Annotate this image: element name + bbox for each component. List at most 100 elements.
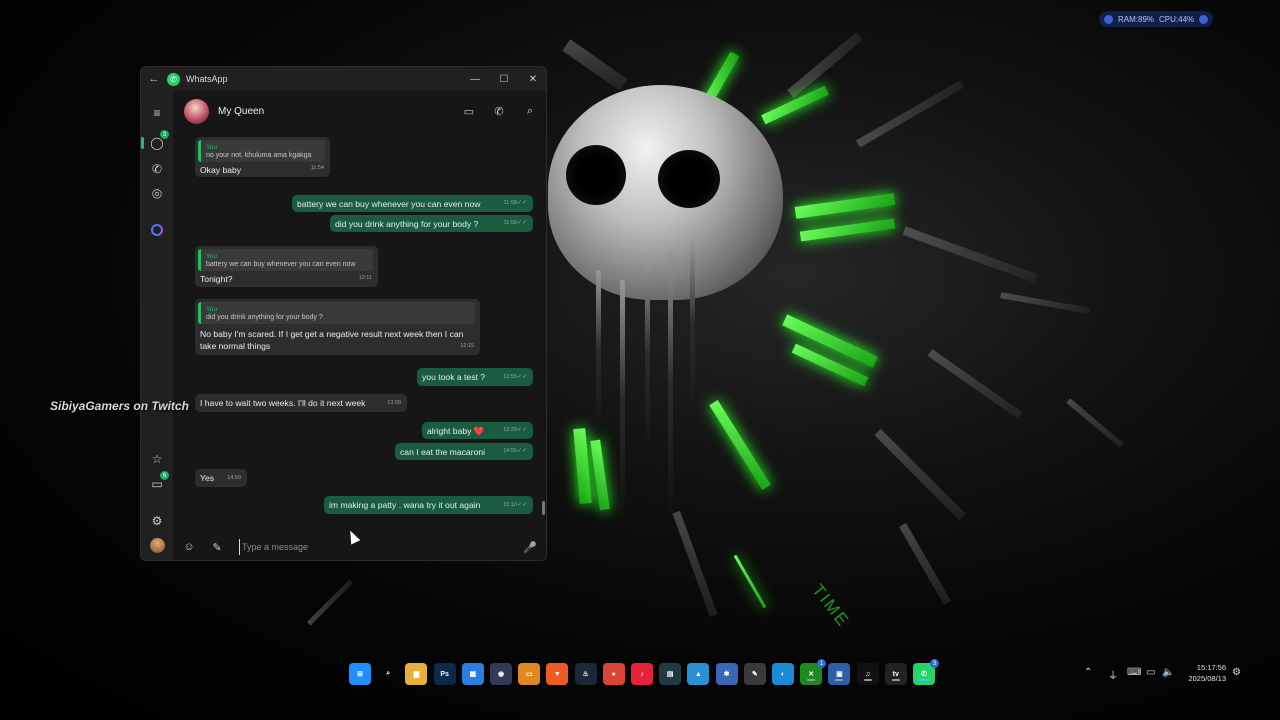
video-call-icon[interactable]: ▭	[461, 103, 477, 119]
back-arrow-icon[interactable]: ←	[141, 73, 167, 85]
running-indicator	[835, 679, 844, 681]
voice-call-icon[interactable]: ✆	[491, 103, 507, 119]
taskbar-badge: 3	[930, 659, 939, 668]
notification-icon[interactable]: ⚙	[1232, 667, 1241, 678]
taskbar-editor-icon[interactable]: ✎	[743, 663, 766, 685]
message-incoming[interactable]: Yes 14:59	[195, 469, 247, 487]
quoted-message[interactable]: You battery we can buy whenever you can …	[198, 249, 373, 271]
taskbar-steam-icon[interactable]: ♨	[574, 663, 597, 685]
tray-microphone-icon[interactable]: ⏚	[1108, 667, 1118, 682]
mic-icon	[1104, 14, 1113, 24]
running-indicator	[807, 679, 816, 681]
taskbar-clock[interactable]: 15:17:56 2025/08/13	[1178, 662, 1226, 684]
wallpaper-drip	[596, 270, 601, 430]
archive-badge: 6	[160, 471, 169, 480]
archive-icon[interactable]: ▭ 6	[147, 471, 169, 494]
system-monitor-widget[interactable]: RAM:89% CPU:44%	[1099, 11, 1213, 27]
wallpaper-shard	[874, 428, 966, 521]
quote-text: no your not. khuluma ama kgakga	[206, 152, 312, 159]
network-icon[interactable]: ▭	[1146, 667, 1155, 678]
taskbar-tv-icon[interactable]: tv	[884, 663, 907, 685]
wallpaper-shard	[1000, 292, 1090, 314]
taskbar-brave-icon[interactable]: ▼	[546, 663, 569, 685]
taskbar-photos-icon[interactable]: ▲	[687, 663, 710, 685]
contact-avatar[interactable]	[184, 98, 209, 124]
taskbar-whatsapp-icon[interactable]: ✆ 3	[913, 659, 939, 685]
message-incoming[interactable]: You no your not. khuluma ama kgakga Okay…	[195, 137, 330, 177]
menu-icon[interactable]: ≡	[147, 103, 167, 123]
message-input[interactable]	[239, 539, 519, 555]
maximize-button[interactable]: ☐	[489, 67, 519, 91]
wallpaper-green-shard	[733, 554, 767, 609]
message-incoming[interactable]: You did you drink anything for your body…	[195, 299, 480, 355]
clock-time: 15:17:56	[1196, 663, 1226, 672]
minimize-button[interactable]: —	[460, 67, 490, 91]
message-outgoing[interactable]: im making a patty . wana try it out agai…	[324, 496, 533, 514]
message-composer: ☺ ✎ 🎤	[173, 531, 546, 560]
quoted-message[interactable]: You did you drink anything for your body…	[198, 302, 475, 324]
wallpaper-drip	[668, 250, 673, 520]
chat-header[interactable]: My Queen ▭ ✆ ⌕	[173, 91, 546, 131]
search-icon[interactable]: ⌕	[522, 103, 538, 119]
message-outgoing[interactable]: you took a test ? 12:55 ✓✓	[417, 368, 533, 386]
attach-icon[interactable]: ✎	[209, 539, 225, 555]
taskbar-gallery-icon[interactable]: ▣	[828, 663, 851, 685]
message-incoming[interactable]: You battery we can buy whenever you can …	[195, 246, 378, 287]
taskbar-photoshop-icon[interactable]: Ps	[433, 663, 456, 685]
taskbar-app-red-icon[interactable]: ♪	[631, 663, 653, 685]
chats-badge: 3	[160, 130, 169, 139]
message-time: 13:29	[503, 427, 517, 433]
contact-name[interactable]: My Queen	[218, 106, 264, 117]
chevron-up-icon[interactable]: ⌃	[1084, 667, 1092, 678]
volume-icon[interactable]: 🔈	[1162, 667, 1174, 678]
message-time: 13:09	[387, 400, 401, 406]
close-button[interactable]: ✕	[518, 67, 546, 91]
status-icon[interactable]: ◎	[147, 183, 167, 203]
settings-icon[interactable]: ⚙	[147, 511, 167, 531]
message-outgoing[interactable]: battery we can buy whenever you can even…	[292, 195, 533, 212]
taskbar-capcut-icon[interactable]: ▤	[659, 663, 682, 685]
message-time: 12:55	[503, 374, 517, 380]
taskbar: ⊞ ⌕ ▆ Ps ▦ ◉ ▭ ▼ ♨ ● ♪ ▤ ▲ ✱ ✎ ◐ ✕ 1 ▣ ♫ tv ✆ 3 ⌃ ⏚ ⌨ ▭ 🔈 15:1…	[0, 655, 1280, 695]
whatsapp-window: ← ✆ WhatsApp — ☐ ✕ ≡ ◯ 3 ✆ ◎ ☆ ▭ 6 ⚙ My …	[140, 66, 547, 561]
chats-icon[interactable]: ◯ 3	[141, 130, 169, 153]
taskbar-settings-app-icon[interactable]: ✱	[715, 663, 738, 685]
message-text: alright baby ❤️	[427, 426, 485, 436]
keyboard-icon[interactable]: ⌨	[1127, 667, 1141, 678]
window-title: WhatsApp	[186, 74, 228, 84]
running-indicator	[918, 679, 930, 681]
microphone-icon[interactable]: 🎤	[522, 539, 538, 555]
taskbar-xbox-icon[interactable]: ✕ 1	[800, 659, 827, 685]
message-text: you took a test ?	[422, 372, 486, 382]
message-text: im making a patty . wana try it out agai…	[329, 500, 481, 510]
quoted-message[interactable]: You no your not. khuluma ama kgakga	[198, 140, 325, 162]
clock-date: 2025/08/13	[1188, 674, 1226, 683]
taskbar-app-orange-icon[interactable]: ▭	[518, 663, 541, 685]
meta-ai-icon[interactable]	[147, 220, 167, 240]
message-outgoing[interactable]: did you drink anything for your body ? 1…	[330, 215, 533, 232]
starred-icon[interactable]: ☆	[147, 449, 167, 469]
profile-avatar[interactable]	[147, 535, 167, 555]
taskbar-search-icon[interactable]: ⌕	[377, 663, 399, 685]
taskbar-store-icon[interactable]: ▦	[461, 663, 484, 685]
message-incoming[interactable]: I have to wait two weeks. I'll do it nex…	[195, 394, 407, 412]
wallpaper-green-shard	[709, 399, 771, 491]
chat-scrollbar[interactable]	[542, 501, 545, 515]
skull-eye-socket	[658, 150, 720, 208]
skull-eye-socket	[566, 145, 626, 205]
emoji-icon[interactable]: ☺	[181, 539, 197, 555]
message-time: 11:58	[503, 220, 517, 226]
message-outgoing[interactable]: can I eat the macaroni 14:55 ✓✓	[395, 443, 533, 460]
taskbar-file-explorer-icon[interactable]: ▆	[405, 663, 428, 685]
arrow-right-icon[interactable]	[1199, 14, 1209, 24]
read-ticks-icon: ✓✓	[516, 220, 527, 226]
wallpaper-green-shard	[794, 193, 896, 219]
calls-icon[interactable]: ✆	[147, 159, 167, 179]
taskbar-tiktok-icon[interactable]: ♫	[856, 663, 879, 685]
wallpaper-time-text: TIME	[808, 580, 854, 631]
taskbar-chrome-icon[interactable]: ●	[602, 663, 625, 685]
taskbar-start-icon[interactable]: ⊞	[349, 663, 371, 685]
taskbar-edge-icon[interactable]: ◐	[772, 663, 794, 685]
message-outgoing[interactable]: alright baby ❤️ 13:29 ✓✓	[422, 422, 533, 439]
taskbar-obs-icon[interactable]: ◉	[490, 663, 512, 685]
